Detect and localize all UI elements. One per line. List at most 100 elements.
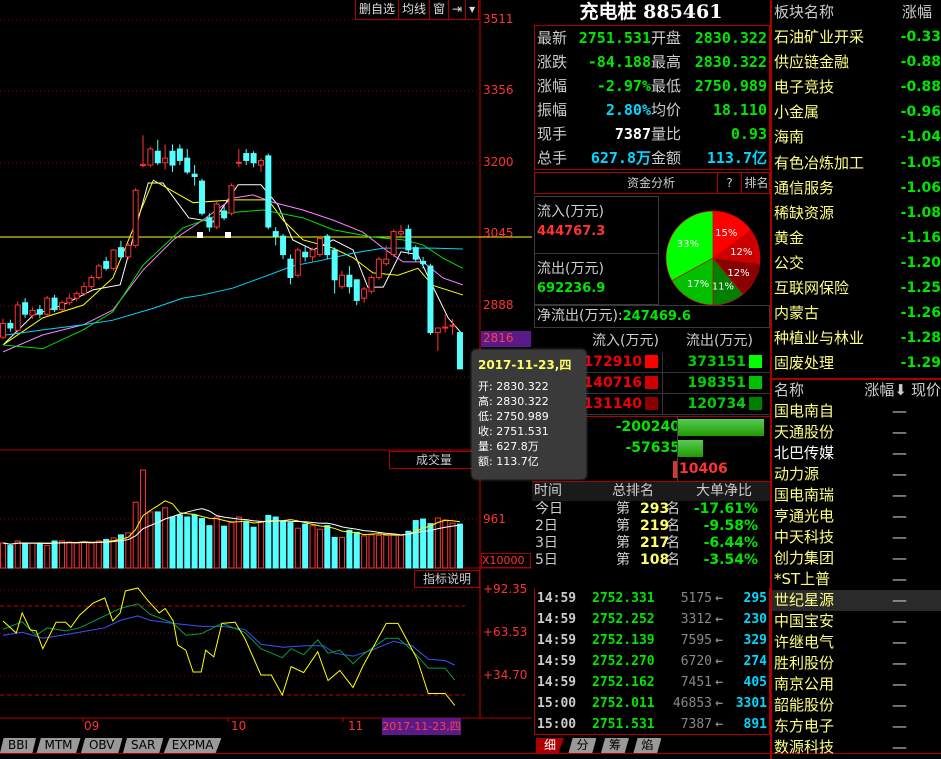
marker — [197, 232, 203, 238]
volume-bar — [449, 522, 456, 569]
volume-bar — [213, 516, 220, 569]
dropdown-chevron-icon[interactable]: ▾ — [466, 0, 480, 19]
stock-row[interactable]: 北巴传媒 — — [772, 443, 941, 464]
window-button[interactable]: 窗 — [430, 0, 450, 19]
sector-row[interactable]: 小金属 -0.96 — [772, 100, 941, 125]
sector-row[interactable]: 互联网保险 -1.25 — [772, 276, 941, 301]
stock-row[interactable]: 动力源 — — [772, 464, 941, 485]
sector-row[interactable]: 黄金 -1.16 — [772, 226, 941, 251]
kline-chart[interactable] — [0, 0, 532, 759]
sector-name: 小金属 — [774, 103, 820, 122]
stock-row[interactable]: 国电南自 — — [772, 401, 941, 422]
stock-row[interactable]: 南京公用 — — [772, 674, 941, 695]
sector-row[interactable]: 固废处理 -1.29 — [772, 351, 941, 376]
stock-row[interactable]: 国电南瑞 — — [772, 485, 941, 506]
candle-up — [132, 189, 139, 246]
sell-arrow-icon: ← — [715, 717, 723, 732]
stock-change: — — [892, 423, 907, 442]
tab-expma[interactable]: EXPMA — [163, 738, 222, 753]
stock-row[interactable]: 韶能股份 — — [772, 695, 941, 716]
sector-row[interactable]: 电子竞技 -0.88 — [772, 75, 941, 100]
indicator-help-button[interactable]: 指标说明 — [414, 570, 480, 588]
volume-bar — [7, 545, 14, 569]
candle-up — [0, 322, 6, 338]
tick-count: 405 — [743, 675, 767, 690]
volume-indicator-select[interactable]: 成交量 — [389, 451, 480, 469]
stock-row[interactable]: 创力集团 — — [772, 548, 941, 569]
stock-row[interactable]: 天通股份 — — [772, 422, 941, 443]
tab-obv[interactable]: OBV — [80, 738, 123, 753]
stock-col-price[interactable]: 现价 — [911, 380, 941, 401]
candle-down — [250, 153, 257, 164]
stock-row[interactable]: 亨通光电 — — [772, 506, 941, 527]
candle-up — [339, 274, 346, 288]
tab-minute[interactable]: 分 — [568, 738, 597, 753]
stock-row[interactable]: 世纪星源 — — [772, 590, 941, 612]
sector-row[interactable]: 内蒙古 -1.26 — [772, 301, 941, 326]
tab-chips[interactable]: 筹 — [600, 738, 629, 753]
tick-list[interactable]: 14:59 2752.331 5175 ← 295 14:59 2752.252 3312 ← 2… — [534, 588, 770, 735]
sector-row[interactable]: 稀缺资源 -1.08 — [772, 201, 941, 226]
stock-row[interactable]: *ST上普 — — [772, 569, 941, 590]
candle-down — [154, 150, 161, 164]
tick-volume: 3312 — [680, 612, 712, 627]
tab-bbi[interactable]: BBI — [0, 738, 37, 753]
ma-settings-button[interactable]: 均线 — [399, 0, 431, 19]
indicator-line — [2, 603, 456, 681]
ranking-rank: 293 — [640, 501, 670, 517]
candle-down — [287, 258, 294, 278]
sector-row[interactable]: 海南 -1.04 — [772, 125, 941, 150]
stock-col-change[interactable]: 涨幅⬇ — [864, 380, 911, 401]
stock-row[interactable]: 中国宝安 — — [772, 611, 941, 632]
sector-row[interactable]: 石油矿业开采 -0.33 — [772, 25, 941, 50]
stock-col-name[interactable]: 名称 — [772, 380, 864, 401]
stock-change: — — [892, 402, 907, 421]
fund-analysis-header: 资金分析 ? 排名 — [534, 172, 770, 194]
ranking-period: 3日 — [535, 535, 558, 551]
tab-flame[interactable]: 焰 — [633, 738, 662, 753]
volume-bar — [375, 534, 382, 569]
volume-bar — [29, 542, 36, 569]
sector-row[interactable]: 供应链金融 -0.88 — [772, 50, 941, 75]
tab-sar[interactable]: SAR — [122, 738, 164, 753]
volume-bar — [383, 534, 390, 569]
quote-label: 振幅 — [537, 101, 568, 119]
tick-row: 15:00 2751.531 7387 ← 891 — [537, 714, 769, 735]
volume-bar — [176, 514, 183, 569]
volume-bar — [324, 525, 331, 569]
quote-value: 18.110 — [712, 101, 767, 119]
sector-name: 电子竞技 — [774, 78, 835, 97]
sector-row[interactable]: 有色冶炼加工 -1.05 — [772, 151, 941, 176]
sell-arrow-icon: ← — [715, 591, 723, 606]
ranking-ratio: -3.54% — [703, 552, 758, 568]
tick-count: 295 — [743, 591, 767, 606]
expand-arrow-icon[interactable]: ⇥ — [449, 0, 467, 19]
rank-button[interactable]: 排名 — [741, 173, 771, 193]
tab-detail[interactable]: 细 — [536, 738, 565, 753]
tick-volume: 7595 — [680, 633, 712, 648]
quote-value: 0.93 — [730, 125, 767, 143]
stock-row[interactable]: 数源科技 — — [772, 737, 941, 758]
help-button[interactable]: ? — [717, 173, 741, 193]
tick-time: 14:59 — [537, 591, 577, 606]
sector-row[interactable]: 公交 -1.20 — [772, 251, 941, 276]
sector-row[interactable]: 通信服务 -1.06 — [772, 176, 941, 201]
outflow-label: 流出(万元) — [537, 261, 604, 277]
sector-change: -0.96 — [900, 104, 941, 121]
net-outflow-row: 净流出(万元):247469.6 — [534, 305, 770, 328]
volume-bar — [184, 516, 191, 569]
indicator-axis-label: +92.35 — [483, 582, 528, 596]
stock-change: — — [892, 654, 907, 673]
tooltip-volume: 量: 627.8万 — [478, 440, 539, 453]
quote-row: 振幅 2.80% 均价 18.110 — [535, 98, 769, 122]
stock-row[interactable]: 胜利股份 — — [772, 653, 941, 674]
volume-bar — [110, 537, 117, 569]
stock-row[interactable]: 许继电气 — — [772, 632, 941, 653]
stock-row[interactable]: 中天科技 — — [772, 527, 941, 548]
stock-row[interactable]: 东方电子 — — [772, 716, 941, 737]
remove-watchlist-button[interactable]: 删自选 — [356, 0, 400, 19]
tab-mtm[interactable]: MTM — [36, 738, 81, 753]
candle-up — [44, 297, 51, 315]
volume-bar — [51, 540, 58, 569]
sector-row[interactable]: 种植业与林业 -1.28 — [772, 326, 941, 351]
